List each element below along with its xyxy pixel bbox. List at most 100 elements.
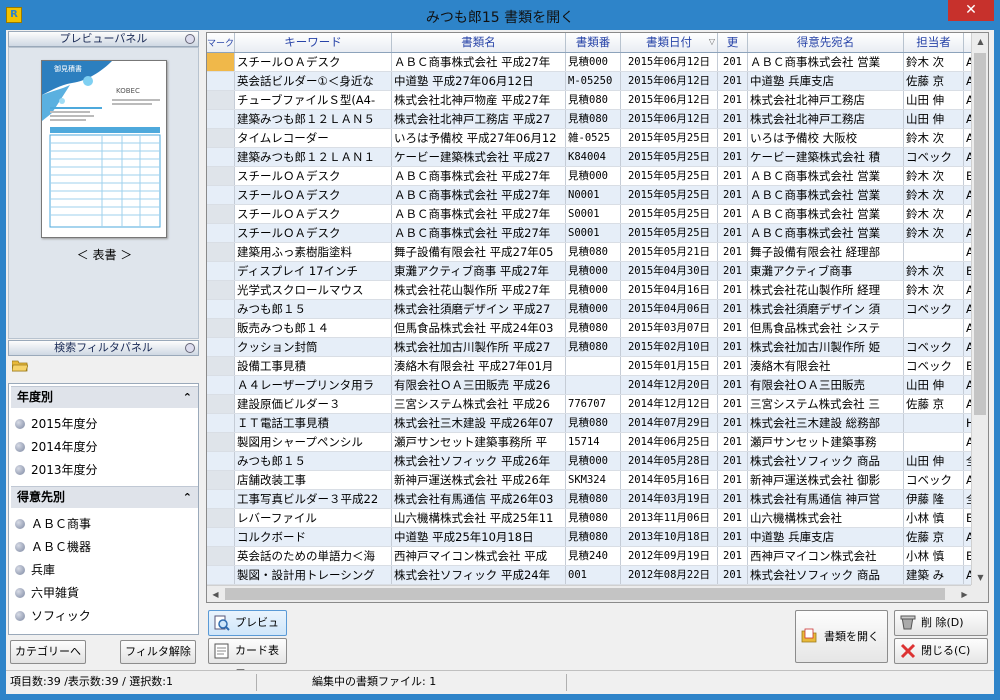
mark-cell[interactable]	[207, 52, 236, 72]
doc-date-cell[interactable]: 2015年04月06日	[620, 299, 719, 319]
column-header-doc-number[interactable]: 書類番	[565, 33, 622, 53]
customer-cell[interactable]: 東灘アクティブ商事	[747, 261, 905, 281]
update-cell[interactable]: 201	[717, 242, 749, 262]
group-customer[interactable]: 得意先別 ⌃	[11, 486, 198, 508]
table-row[interactable]: スチールＯＡデスク ＡＢＣ商事株式会社 平成27年 見積000 2015年06月12日…	[207, 52, 985, 72]
staff-cell[interactable]: コベック	[903, 299, 965, 319]
doc-name-cell[interactable]: 株式会社有馬通信 平成26年03	[391, 489, 567, 509]
column-header-doc-name[interactable]: 書類名	[391, 33, 567, 53]
doc-name-cell[interactable]: 三宮システム株式会社 平成26	[391, 394, 567, 414]
keyword-cell[interactable]: タイムレコーダー	[234, 128, 393, 148]
doc-date-cell[interactable]: 2014年05月28日	[620, 451, 719, 471]
column-header-update[interactable]: 更	[717, 33, 749, 53]
filter-item-customer-sofic[interactable]: ソフィック	[15, 606, 91, 626]
customer-cell[interactable]: 但馬食品株式会社 システ	[747, 318, 905, 338]
document-side-label[interactable]: ＜ 表書 ＞	[9, 246, 200, 263]
mark-cell[interactable]	[207, 204, 236, 224]
table-row[interactable]: チューブファイルＳ型(A4- 株式会社北神戸物産 平成27年 見積080 2015年0…	[207, 90, 985, 110]
keyword-cell[interactable]: ＩＴ電話工事見積	[234, 413, 393, 433]
mark-cell[interactable]	[207, 223, 236, 243]
keyword-cell[interactable]: スチールＯＡデスク	[234, 223, 393, 243]
table-row[interactable]: 販売みつも郎１４ 但馬食品株式会社 平成24年03 見積080 2015年03月07日…	[207, 318, 985, 338]
customer-cell[interactable]: 株式会社三木建設 総務部	[747, 413, 905, 433]
doc-name-cell[interactable]: 株式会社須磨デザイン 平成27	[391, 299, 567, 319]
keyword-cell[interactable]: Ａ４レーザープリンタ用ラ	[234, 375, 393, 395]
table-row[interactable]: ディスプレイ 17インチ 東灘アクティブ商事 平成27年 見積000 2015年04月…	[207, 261, 985, 281]
table-row[interactable]: スチールＯＡデスク ＡＢＣ商事株式会社 平成27年 N0001 2015年05月25日…	[207, 185, 985, 205]
staff-cell[interactable]: 小林 慎	[903, 546, 965, 566]
mark-cell[interactable]	[207, 242, 236, 262]
customer-cell[interactable]: いろは予備校 大阪校	[747, 128, 905, 148]
customer-cell[interactable]: 湊絡木有限会社	[747, 356, 905, 376]
doc-date-cell[interactable]: 2015年05月25日	[620, 223, 719, 243]
update-cell[interactable]: 201	[717, 147, 749, 167]
horizontal-scroll-thumb[interactable]	[225, 588, 945, 600]
table-row[interactable]: 英会話のための単語力＜海 西神戸マイコン株式会社 平成 見積240 2012年09月1…	[207, 546, 985, 566]
delete-button[interactable]: 削 除(D)	[894, 610, 988, 636]
mark-cell[interactable]	[207, 527, 236, 547]
mark-cell[interactable]	[207, 90, 236, 110]
update-cell[interactable]: 201	[717, 204, 749, 224]
mark-cell[interactable]	[207, 489, 236, 509]
doc-number-cell[interactable]: 見積000	[565, 280, 622, 300]
doc-number-cell[interactable]: 見積080	[565, 109, 622, 129]
customer-cell[interactable]: 株式会社加古川製作所 姫	[747, 337, 905, 357]
doc-date-cell[interactable]: 2014年06月25日	[620, 432, 719, 452]
filter-item-year-2014[interactable]: 2014年度分	[15, 437, 98, 457]
update-cell[interactable]: 201	[717, 508, 749, 528]
mark-cell[interactable]	[207, 451, 236, 471]
keyword-cell[interactable]: 製図用シャープペンシル	[234, 432, 393, 452]
table-row[interactable]: 建築用ふっ素樹脂塗料 舞子設備有限会社 平成27年05 見積080 2015年05月2…	[207, 242, 985, 262]
table-row[interactable]: クッション封筒 株式会社加古川製作所 平成27 見積080 2015年02月10日 20…	[207, 337, 985, 357]
doc-number-cell[interactable]: K84004	[565, 147, 622, 167]
customer-cell[interactable]: 株式会社須磨デザイン 須	[747, 299, 905, 319]
doc-number-cell[interactable]: 見積080	[565, 413, 622, 433]
doc-number-cell[interactable]: 776707	[565, 394, 622, 414]
doc-name-cell[interactable]: 株式会社ソフィック 平成26年	[391, 451, 567, 471]
doc-number-cell[interactable]	[565, 356, 622, 376]
update-cell[interactable]: 201	[717, 470, 749, 490]
pin-icon[interactable]	[185, 34, 195, 44]
staff-cell[interactable]: コベック	[903, 356, 965, 376]
mark-cell[interactable]	[207, 413, 236, 433]
keyword-cell[interactable]: 建設原価ビルダー３	[234, 394, 393, 414]
doc-number-cell[interactable]: S0001	[565, 204, 622, 224]
filter-item-customer-rokko[interactable]: 六甲雑貨	[15, 583, 79, 603]
title-bar[interactable]: R みつも郎15 書類を開く ✕	[0, 0, 1000, 30]
keyword-cell[interactable]: 設備工事見積	[234, 356, 393, 376]
update-cell[interactable]: 201	[717, 128, 749, 148]
chevron-up-icon[interactable]: ⌃	[183, 387, 192, 408]
keyword-cell[interactable]: 建築用ふっ素樹脂塗料	[234, 242, 393, 262]
staff-cell[interactable]: 佐藤 京	[903, 71, 965, 91]
keyword-cell[interactable]: 建築みつも郎１２ＬＡＮ５	[234, 109, 393, 129]
customer-cell[interactable]: 新神戸運送株式会社 御影	[747, 470, 905, 490]
doc-name-cell[interactable]: ケービー建築株式会社 平成27	[391, 147, 567, 167]
update-cell[interactable]: 201	[717, 356, 749, 376]
column-header-doc-date[interactable]: 書類日付 ▽	[620, 33, 719, 53]
doc-number-cell[interactable]: 見積080	[565, 489, 622, 509]
doc-name-cell[interactable]: ＡＢＣ商事株式会社 平成27年	[391, 52, 567, 72]
table-row[interactable]: 光学式スクロールマウス 株式会社花山製作所 平成27年 見積000 2015年04月1…	[207, 280, 985, 300]
doc-date-cell[interactable]: 2015年05月25日	[620, 185, 719, 205]
customer-cell[interactable]: 株式会社北神戸工務店	[747, 109, 905, 129]
update-cell[interactable]: 201	[717, 451, 749, 471]
customer-cell[interactable]: ＡＢＣ商事株式会社 営業	[747, 185, 905, 205]
doc-date-cell[interactable]: 2015年01月15日	[620, 356, 719, 376]
customer-cell[interactable]: 株式会社ソフィック 商品	[747, 451, 905, 471]
staff-cell[interactable]: 山田 伸	[903, 451, 965, 471]
customer-cell[interactable]: ＡＢＣ商事株式会社 営業	[747, 204, 905, 224]
table-row[interactable]: 設備工事見積 湊絡木有限会社 平成27年01月 2015年01月15日 201 湊絡木有…	[207, 356, 985, 376]
staff-cell[interactable]: 鈴木 次	[903, 185, 965, 205]
staff-cell[interactable]: 鈴木 次	[903, 261, 965, 281]
mark-cell[interactable]	[207, 546, 236, 566]
table-row[interactable]: 建設原価ビルダー３ 三宮システム株式会社 平成26 776707 2014年12月12…	[207, 394, 985, 414]
mark-cell[interactable]	[207, 337, 236, 357]
staff-cell[interactable]: 佐藤 京	[903, 394, 965, 414]
doc-name-cell[interactable]: ＡＢＣ商事株式会社 平成27年	[391, 185, 567, 205]
customer-cell[interactable]: 西神戸マイコン株式会社	[747, 546, 905, 566]
staff-cell[interactable]: 鈴木 次	[903, 166, 965, 186]
keyword-cell[interactable]: みつも郎１５	[234, 299, 393, 319]
staff-cell[interactable]: 鈴木 次	[903, 52, 965, 72]
doc-number-cell[interactable]	[565, 375, 622, 395]
customer-cell[interactable]: 株式会社花山製作所 経理	[747, 280, 905, 300]
